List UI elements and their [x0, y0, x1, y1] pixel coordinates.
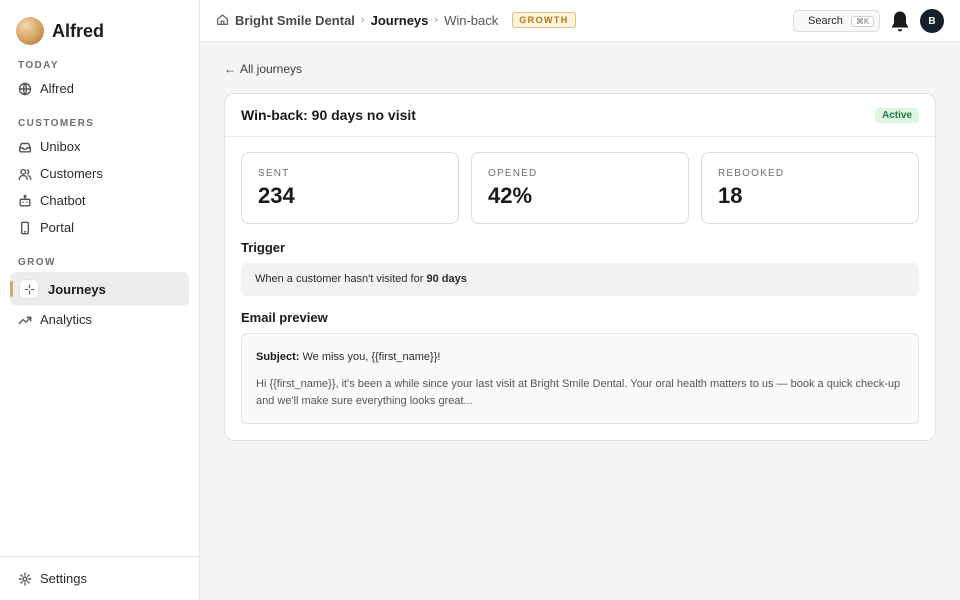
trigger-box: When a customer hasn't visited for 90 da… [241, 263, 919, 296]
topbar: Bright Smile Dental › Journeys › Win-bac… [200, 0, 960, 42]
sidebar-item-customers[interactable]: Customers [10, 160, 189, 187]
sidebar-footer: Settings [0, 556, 199, 600]
stat-value: 234 [258, 183, 295, 208]
sidebar-item-label: Alfred [40, 81, 74, 96]
stat-label: REBOOKED [718, 168, 785, 179]
avatar[interactable]: B [920, 9, 944, 33]
sidebar-item-label: Chatbot [40, 193, 86, 208]
sidebar-item-unibox[interactable]: Unibox [10, 133, 189, 160]
trigger-emphasis: 90 days [426, 273, 467, 285]
sidebar-item-alfred[interactable]: Alfred [10, 75, 189, 102]
trigger-heading: Trigger [241, 240, 286, 255]
journey-card: Win-back: 90 days no visit Active SENT 2… [224, 93, 936, 441]
back-link[interactable]: ← All journeys [224, 62, 302, 76]
sidebar: Alfred TODAY Alfred CUSTOMERS Unibox Cus… [0, 0, 200, 600]
sidebar-item-label: Portal [40, 220, 74, 235]
breadcrumb: Bright Smile Dental › Journeys › Win-bac… [216, 12, 576, 28]
sidebar-item-settings[interactable]: Settings [10, 565, 189, 592]
sidebar-item-label: Unibox [40, 139, 81, 154]
journey-title: Win-back: 90 days no visit [241, 107, 416, 123]
email-preview-heading: Email preview [241, 310, 328, 325]
email-body: Hi {{first_name}}, it's been a while sin… [256, 378, 901, 407]
email-subject-text: We miss you, {{first_name}}! [299, 351, 441, 363]
stat-card-rebooked: REBOOKED 18 [701, 152, 919, 224]
stat-value: 42% [488, 183, 533, 208]
breadcrumb-journeys[interactable]: Journeys [371, 13, 429, 28]
email-preview: Subject: We miss you, {{first_name}}! Hi… [241, 333, 919, 424]
alfred-logo-icon [16, 17, 44, 45]
stats-row: SENT 234 OPENED 42% REBOOKED 18 [241, 152, 919, 224]
home-icon [216, 13, 230, 27]
search-button[interactable]: Search ⌘K [793, 10, 880, 32]
section-label-today: TODAY [18, 60, 59, 71]
sidebar-item-journeys[interactable]: Journeys [10, 272, 189, 306]
breadcrumb-separator: › [434, 14, 439, 26]
sidebar-item-label: Journeys [48, 281, 106, 297]
status-badge: Active [874, 108, 919, 123]
users-icon [18, 167, 32, 181]
section-label-grow: GROW [18, 257, 56, 268]
search-label: Search [808, 15, 843, 27]
sidebar-item-analytics[interactable]: Analytics [10, 306, 189, 333]
journey-header: Win-back: 90 days no visit Active [225, 94, 935, 137]
stat-value: 18 [718, 183, 743, 208]
plan-badge: GROWTH [512, 12, 576, 28]
breadcrumb-current: Win-back [444, 12, 499, 28]
email-subject-label: Subject: [256, 351, 300, 363]
stat-card-opened: OPENED 42% [471, 152, 689, 224]
trend-icon [18, 313, 32, 327]
bell-icon[interactable] [890, 9, 910, 33]
trigger-text: When a customer hasn't visited for [255, 273, 427, 285]
sparkle-icon [20, 280, 38, 298]
gear-icon [18, 572, 32, 586]
section-label-customers: CUSTOMERS [18, 118, 95, 129]
back-link-label: All journeys [240, 62, 303, 76]
stat-label: SENT [258, 168, 290, 179]
breadcrumb-practice[interactable]: Bright Smile Dental [235, 13, 355, 28]
breadcrumb-separator: › [360, 14, 365, 26]
arrow-left-icon: ← [224, 62, 236, 76]
email-subject: Subject: We miss you, {{first_name}}! [256, 351, 904, 363]
search-shortcut: ⌘K [850, 15, 875, 27]
bot-icon [18, 194, 32, 208]
inbox-icon [18, 140, 32, 154]
sidebar-item-portal[interactable]: Portal [10, 214, 189, 241]
sidebar-item-label: Settings [40, 571, 87, 586]
sidebar-item-label: Customers [40, 166, 103, 181]
app-name: Alfred [52, 20, 105, 41]
globe-icon [18, 82, 32, 96]
sidebar-item-label: Analytics [40, 312, 93, 327]
stat-card-sent: SENT 234 [241, 152, 459, 224]
phone-icon [18, 221, 32, 235]
sidebar-item-chatbot[interactable]: Chatbot [10, 187, 189, 214]
brand[interactable]: Alfred [16, 17, 104, 45]
stat-label: OPENED [488, 168, 538, 179]
